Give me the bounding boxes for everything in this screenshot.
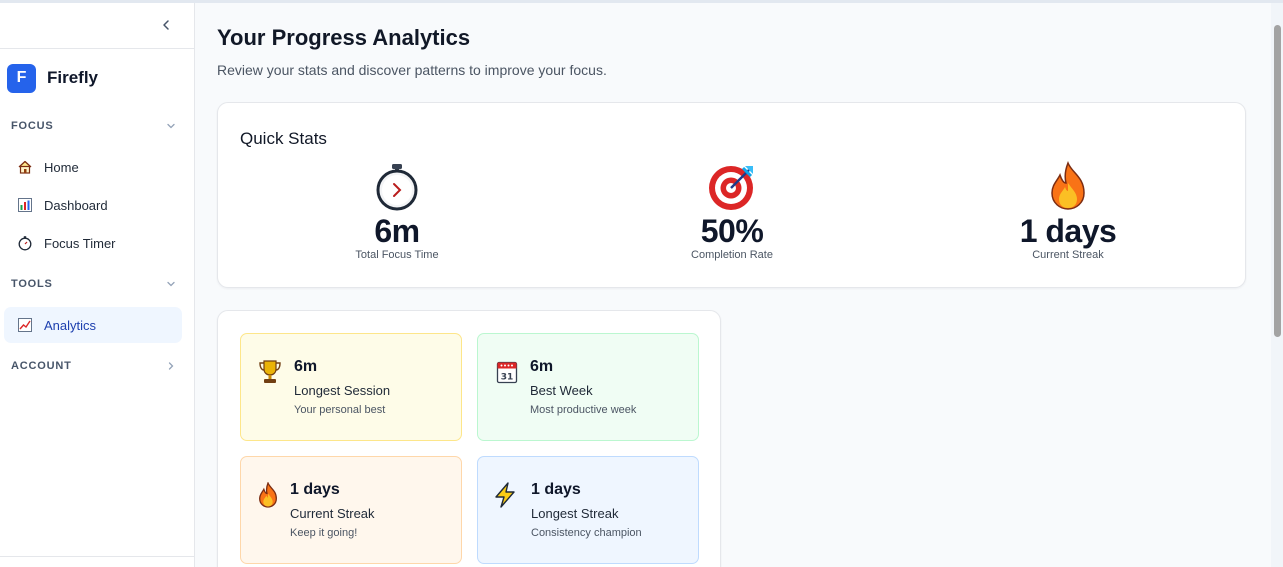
sidebar-item-focus-timer[interactable]: Focus Timer (4, 225, 182, 261)
sidebar-item-home[interactable]: Home (4, 149, 182, 185)
chevron-down-icon (167, 123, 175, 129)
record-value: 6m (294, 358, 318, 375)
record-name: Current Streak (290, 506, 375, 521)
stat-total-focus-time: 6m Total Focus Time (297, 161, 497, 261)
chevron-right-icon (168, 362, 174, 370)
record-description: Consistency champion (531, 527, 642, 539)
sidebar: F Firefly FOCUS Home Dashboard Focus Tim… (0, 3, 195, 567)
chevron-down-icon (167, 281, 175, 287)
sidebar-item-label: Dashboard (44, 197, 108, 213)
page-subtitle: Review your stats and discover patterns … (217, 62, 607, 78)
sidebar-top-bar (0, 3, 194, 49)
fire-icon (968, 161, 1168, 211)
section-label: FOCUS (11, 120, 54, 132)
house-icon (16, 158, 34, 176)
stat-value: 6m (374, 213, 420, 249)
target-icon (632, 161, 832, 211)
stat-label: Current Streak (1032, 249, 1104, 261)
stat-label: Total Focus Time (355, 249, 439, 261)
stat-current-streak: 1 days Current Streak (968, 161, 1168, 261)
record-value: 1 days (290, 481, 340, 498)
stat-label: Completion Rate (691, 249, 773, 261)
record-description: Most productive week (530, 404, 637, 416)
record-name: Best Week (530, 383, 593, 398)
sidebar-item-label: Home (44, 159, 79, 175)
svg-text:31: 31 (501, 373, 514, 383)
section-label: TOOLS (11, 278, 53, 290)
main-content: Your Progress Analytics Review your stat… (217, 3, 1247, 567)
record-longest-session: 6m Longest Session Your personal best (240, 333, 462, 441)
sidebar-item-label: Analytics (44, 317, 97, 333)
stopwatch-icon (297, 161, 497, 211)
stopwatch-icon (16, 234, 34, 252)
record-description: Keep it going! (290, 527, 358, 539)
bar-chart-icon (16, 196, 34, 214)
record-description: Your personal best (294, 404, 386, 416)
record-name: Longest Streak (531, 506, 619, 521)
quick-stats-card: Quick Stats 6m Total Focus Time 50% Comp… (217, 102, 1246, 288)
section-tools-header[interactable]: TOOLS (0, 269, 194, 299)
quick-stats-title: Quick Stats (240, 129, 327, 148)
page-title: Your Progress Analytics (217, 25, 471, 50)
sidebar-item-label: Focus Timer (44, 235, 116, 251)
fire-icon (255, 481, 281, 509)
section-account-header[interactable]: ACCOUNT (0, 351, 194, 381)
sidebar-item-analytics[interactable]: Analytics (4, 307, 182, 343)
record-value: 1 days (531, 481, 581, 498)
stat-value: 1 days (1019, 213, 1117, 249)
section-label: ACCOUNT (11, 360, 72, 372)
lightning-icon (492, 481, 518, 509)
app-name: Firefly (47, 68, 99, 87)
section-focus-header[interactable]: FOCUS (0, 111, 194, 141)
record-best-week: 31 6m Best Week Most productive week (477, 333, 699, 441)
stat-value: 50% (700, 213, 764, 249)
app-logo: F (7, 63, 36, 93)
collapse-sidebar-button[interactable] (156, 15, 176, 35)
sidebar-item-dashboard[interactable]: Dashboard (4, 187, 182, 223)
trophy-icon (257, 358, 283, 386)
record-name: Longest Session (294, 383, 391, 398)
stat-completion-rate: 50% Completion Rate (632, 161, 832, 261)
line-chart-icon (16, 316, 34, 334)
calendar-icon: 31 (494, 358, 520, 386)
brand[interactable]: F Firefly (0, 49, 194, 107)
scrollbar-thumb[interactable] (1274, 25, 1281, 337)
sidebar-footer-divider (0, 556, 195, 557)
chevron-left-icon (163, 20, 169, 30)
record-longest-streak: 1 days Longest Streak Consistency champi… (477, 456, 699, 564)
record-value: 6m (530, 358, 554, 375)
record-current-streak: 1 days Current Streak Keep it going! (240, 456, 462, 564)
page-scrollbar[interactable] (1271, 3, 1283, 567)
personal-records-card: 6m Longest Session Your personal best 31… (217, 310, 721, 567)
